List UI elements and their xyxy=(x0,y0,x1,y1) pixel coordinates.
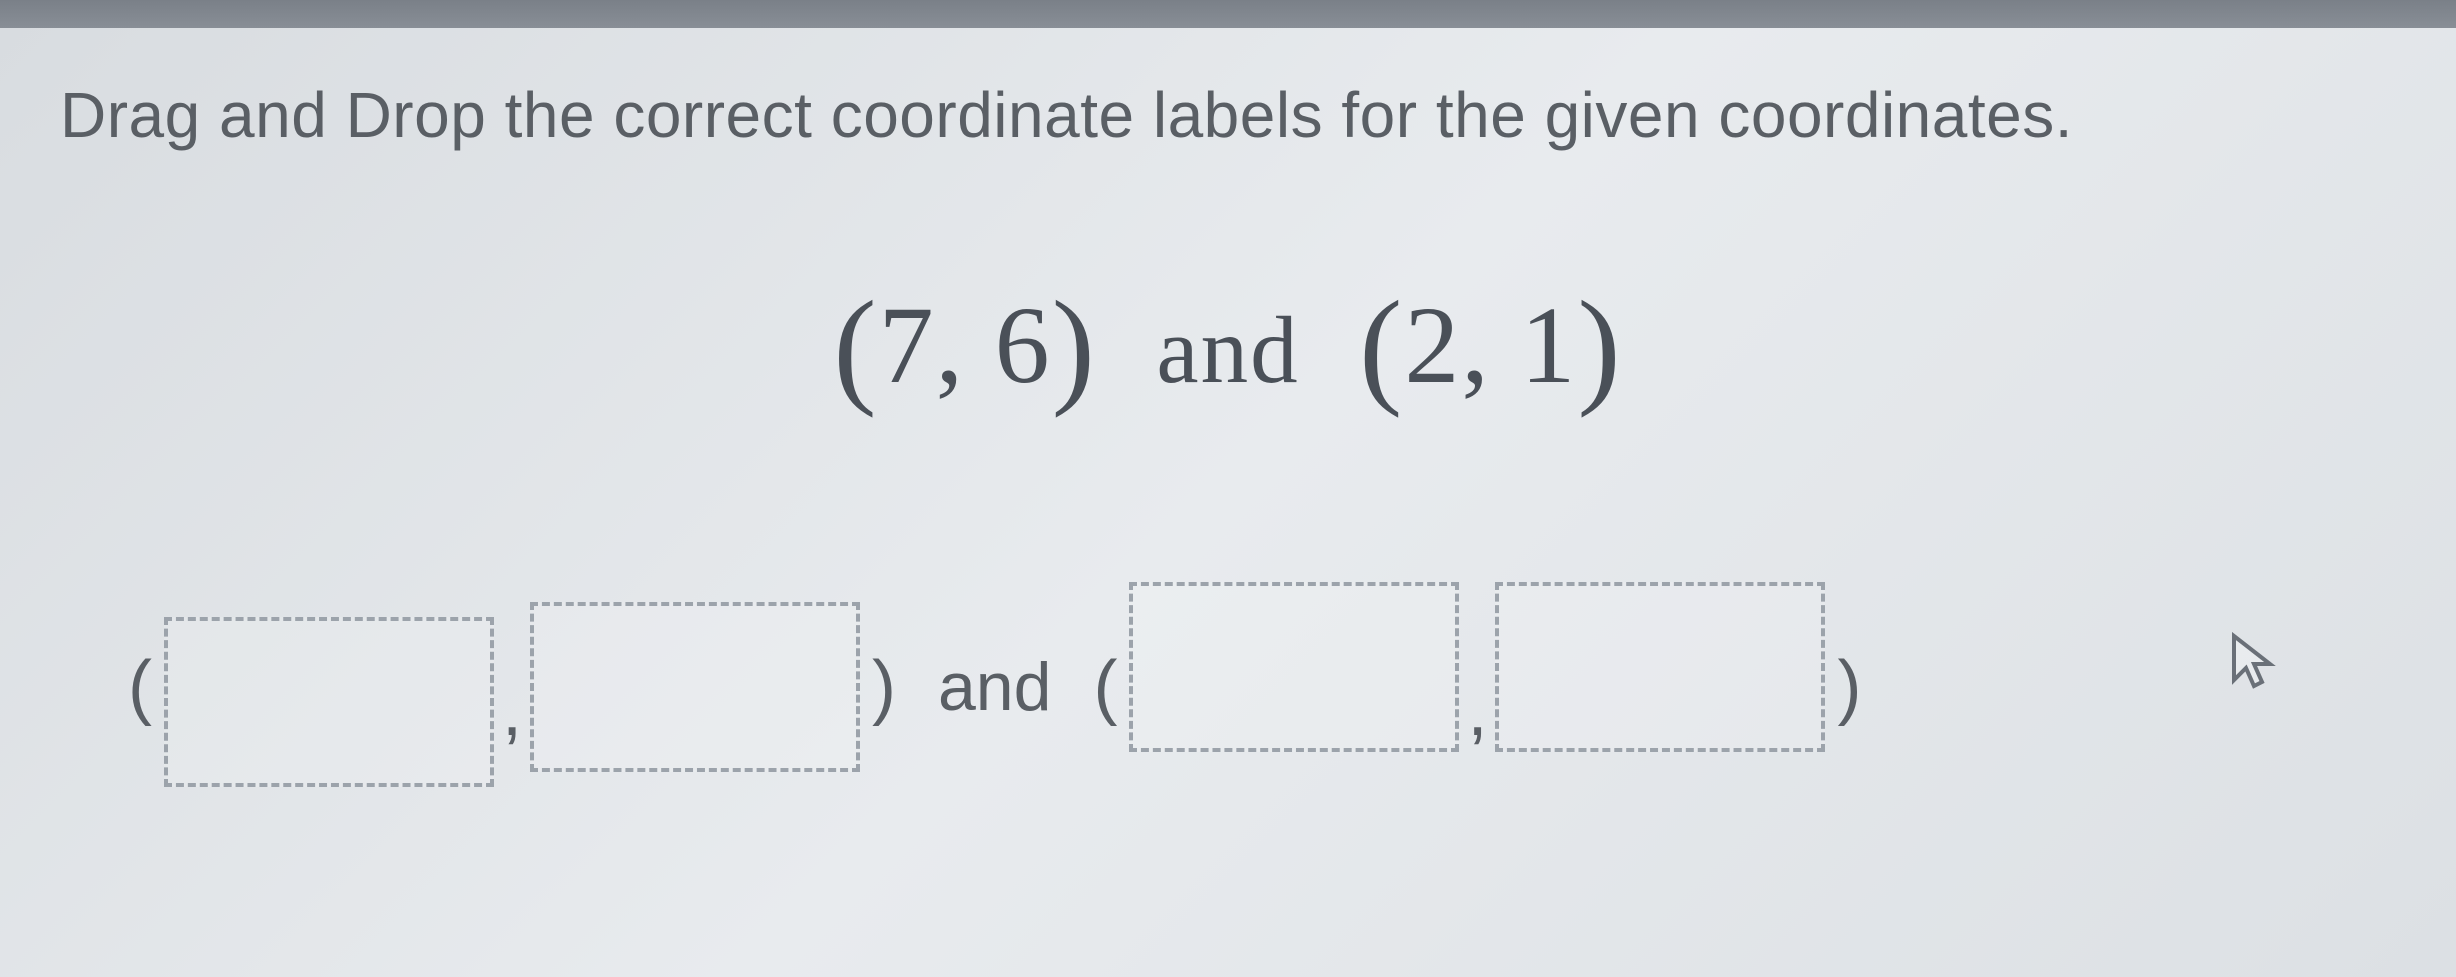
instruction-text: Drag and Drop the correct coordinate lab… xyxy=(60,78,2396,152)
connector-text: and xyxy=(1156,297,1299,403)
answer-open-paren-2: ( xyxy=(1093,646,1117,728)
cursor-icon xyxy=(2228,632,2276,697)
answer-open-paren-1: ( xyxy=(128,646,152,728)
drop-zone-1[interactable] xyxy=(164,617,494,787)
coord-2-y: 1 xyxy=(1520,284,1577,406)
open-paren-2: ( xyxy=(1359,275,1404,419)
open-paren-1: ( xyxy=(833,275,878,419)
answer-comma-2: , xyxy=(1467,670,1487,772)
close-paren-2: ) xyxy=(1577,275,1622,419)
drop-zone-2[interactable] xyxy=(530,602,860,772)
coord-2-x: 2 xyxy=(1404,284,1461,406)
coord-1-x: 7 xyxy=(879,284,936,406)
close-paren-1: ) xyxy=(1052,275,1097,419)
top-bar xyxy=(0,0,2456,28)
coordinates-display: (7, 6) and (2, 1) xyxy=(60,272,2396,422)
answer-connector: and xyxy=(938,648,1051,726)
answer-close-paren-2: ) xyxy=(1837,646,1861,728)
question-content: Drag and Drop the correct coordinate lab… xyxy=(0,28,2456,822)
answer-row: ( , ) and ( , ) xyxy=(60,602,2396,772)
drop-zone-3[interactable] xyxy=(1129,582,1459,752)
answer-comma-1: , xyxy=(502,670,522,772)
drop-zone-4[interactable] xyxy=(1495,582,1825,752)
answer-close-paren-1: ) xyxy=(872,646,896,728)
coord-1-y: 6 xyxy=(995,284,1052,406)
